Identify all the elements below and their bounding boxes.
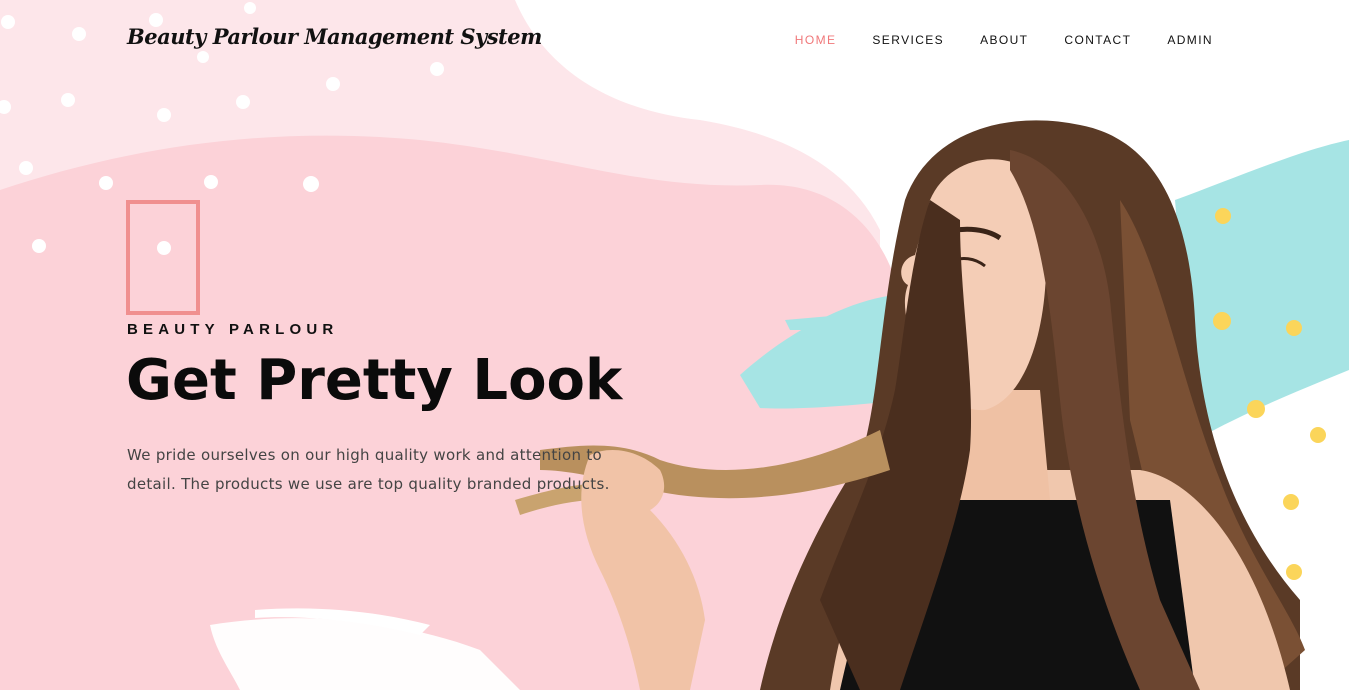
nav-services[interactable]: SERVICES — [872, 33, 944, 47]
nav-contact[interactable]: CONTACT — [1064, 33, 1131, 47]
brand-logo[interactable]: Beauty Parlour Management System — [127, 24, 542, 49]
hero-background — [0, 0, 1349, 690]
nav-about[interactable]: ABOUT — [980, 33, 1028, 47]
hero-description: We pride ourselves on our high quality w… — [127, 446, 610, 493]
decorative-frame — [126, 200, 200, 315]
nav-home[interactable]: HOME — [795, 33, 837, 47]
nav-menu: HOME SERVICES ABOUT CONTACT ADMIN — [759, 33, 1213, 47]
hero-title: Get Pretty Look — [126, 348, 623, 413]
top-navbar: Beauty Parlour Management System HOME SE… — [0, 0, 1349, 80]
hero-eyebrow: BEAUTY PARLOUR — [127, 321, 339, 338]
nav-admin[interactable]: ADMIN — [1167, 33, 1213, 47]
